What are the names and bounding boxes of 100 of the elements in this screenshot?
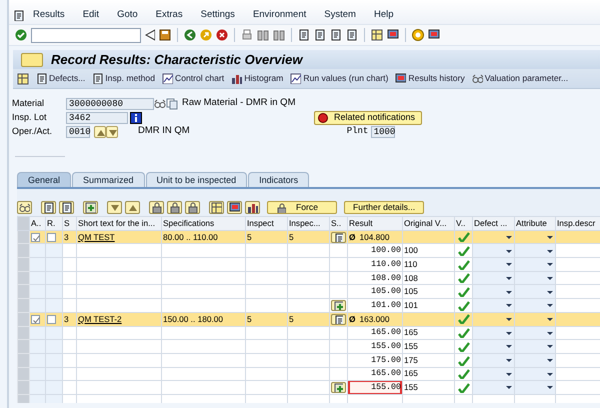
- overview-icon[interactable]: [17, 72, 29, 84]
- page-icon: [43, 202, 54, 213]
- menu-item[interactable]: System: [315, 8, 365, 22]
- checkbox[interactable]: [31, 232, 40, 242]
- force-button[interactable]: Force: [267, 201, 337, 214]
- menu-item[interactable]: Settings: [192, 8, 244, 22]
- menu-icon[interactable]: [13, 10, 24, 20]
- down-button[interactable]: [106, 126, 118, 138]
- column-header[interactable]: Defect ...: [472, 216, 514, 230]
- result-cell[interactable]: 110.00: [348, 258, 402, 272]
- column-header[interactable]: Attribute: [514, 216, 556, 230]
- menu-item[interactable]: Edit: [74, 8, 108, 22]
- back-icon[interactable]: [145, 29, 155, 41]
- add-button[interactable]: [331, 382, 346, 394]
- result-cell[interactable]: 100.00: [348, 244, 402, 258]
- column-header[interactable]: Specifications: [162, 216, 246, 230]
- document-icon: [92, 72, 104, 84]
- column-header[interactable]: S: [62, 216, 76, 230]
- column-header[interactable]: V..: [454, 216, 472, 230]
- cancel-icon[interactable]: [216, 29, 228, 41]
- status-icon: [317, 112, 328, 123]
- column-header[interactable]: A..: [30, 216, 46, 230]
- info-icon[interactable]: [130, 112, 142, 124]
- glasses-icon: [472, 72, 483, 84]
- details-button[interactable]: [17, 201, 32, 214]
- sort-ascending-button[interactable]: [125, 201, 140, 214]
- insert-icon: [334, 300, 343, 310]
- field-label: Plnt: [346, 124, 370, 138]
- toolbar-button[interactable]: Control chart: [162, 72, 224, 85]
- command-field[interactable]: [31, 28, 141, 42]
- insert-button[interactable]: [83, 201, 98, 214]
- column-header[interactable]: Result: [348, 216, 402, 230]
- checkbox[interactable]: [47, 232, 56, 242]
- page-icon: [334, 314, 343, 324]
- up-button[interactable]: [94, 126, 106, 138]
- tab[interactable]: Indicators: [248, 172, 310, 187]
- toolbar-button[interactable]: Run values (run chart): [290, 72, 388, 85]
- material-field[interactable]: 3000000080: [66, 98, 154, 110]
- menu-item[interactable]: Extras: [146, 8, 192, 22]
- inspection-lot-field[interactable]: 3462: [66, 112, 128, 124]
- toolbar-button[interactable]: Histogram: [231, 72, 284, 85]
- mean-symbol: Ø: [349, 232, 356, 242]
- column-header[interactable]: Insp.descr: [556, 216, 600, 230]
- toolbar-button[interactable]: Insp. method: [92, 72, 155, 85]
- column-header[interactable]: Original V...: [402, 216, 454, 230]
- column-header[interactable]: R.: [46, 216, 62, 230]
- notifications-button[interactable]: Related notifications: [314, 110, 422, 124]
- copy-icon[interactable]: [166, 98, 178, 110]
- operation-field[interactable]: 0010: [66, 126, 90, 138]
- toolbar-button[interactable]: Results history: [395, 72, 465, 85]
- details-button[interactable]: Further details...: [344, 201, 424, 214]
- mean-symbol: Ø: [349, 314, 356, 324]
- plant-field[interactable]: 1000: [370, 126, 395, 138]
- toolbar-button[interactable]: Valuation parameter...: [472, 72, 568, 85]
- chart-icon: [247, 202, 258, 213]
- enter-icon[interactable]: [15, 29, 27, 41]
- menu-item[interactable]: Results: [24, 8, 74, 22]
- page-button[interactable]: [41, 201, 56, 214]
- menu-item[interactable]: Goto: [108, 8, 147, 22]
- result-cell[interactable]: 101.00: [348, 298, 402, 312]
- result-cell[interactable]: 165.00: [348, 367, 402, 381]
- tab[interactable]: General: [17, 172, 72, 187]
- sort-descending-icon: [109, 202, 120, 213]
- column-header[interactable]: Inspect: [246, 216, 288, 230]
- menu-item[interactable]: Help: [364, 8, 403, 22]
- details-icon: [19, 202, 30, 213]
- field-label: Material: [12, 96, 46, 110]
- result-cell[interactable]: 105.00: [348, 284, 402, 299]
- lock-icon: [169, 202, 180, 213]
- chart-icon: [290, 72, 302, 84]
- tab[interactable]: Unit to be inspected: [146, 172, 248, 187]
- column-header[interactable]: Inspec...: [288, 216, 330, 230]
- checkbox[interactable]: [31, 314, 40, 324]
- table-cell: 5: [246, 230, 288, 244]
- lock-icon: [276, 202, 286, 212]
- glasses-icon[interactable]: [154, 98, 166, 110]
- details-button[interactable]: [331, 232, 346, 243]
- checkbox[interactable]: [47, 314, 56, 324]
- menu-item[interactable]: Environment: [244, 8, 316, 22]
- result-cell[interactable]: 175.00: [348, 353, 402, 368]
- result-cell[interactable]: 155.00: [348, 340, 402, 354]
- column-header[interactable]: Short text for the in...: [76, 216, 162, 230]
- column-header[interactable]: S..: [330, 216, 348, 230]
- chart-button[interactable]: [245, 201, 260, 214]
- insert-icon: [85, 202, 96, 213]
- result-cell[interactable]: 165.00: [348, 326, 402, 340]
- sort-descending-button[interactable]: [107, 201, 122, 214]
- add-button[interactable]: [331, 300, 346, 311]
- toolbar-button[interactable]: Defects...: [36, 72, 86, 85]
- tab[interactable]: Summarized: [72, 172, 145, 187]
- table-cell: 165: [402, 326, 454, 340]
- lock-button[interactable]: [167, 201, 182, 214]
- page-button[interactable]: [59, 201, 74, 214]
- save-icon[interactable]: [159, 29, 171, 41]
- result-cell[interactable]: 108.00: [348, 271, 402, 285]
- print-icon[interactable]: [241, 29, 253, 41]
- table-cell: 165: [402, 367, 454, 381]
- table-cell: 100: [402, 244, 454, 258]
- details-button[interactable]: [331, 314, 346, 325]
- table-cell: 175: [402, 353, 454, 368]
